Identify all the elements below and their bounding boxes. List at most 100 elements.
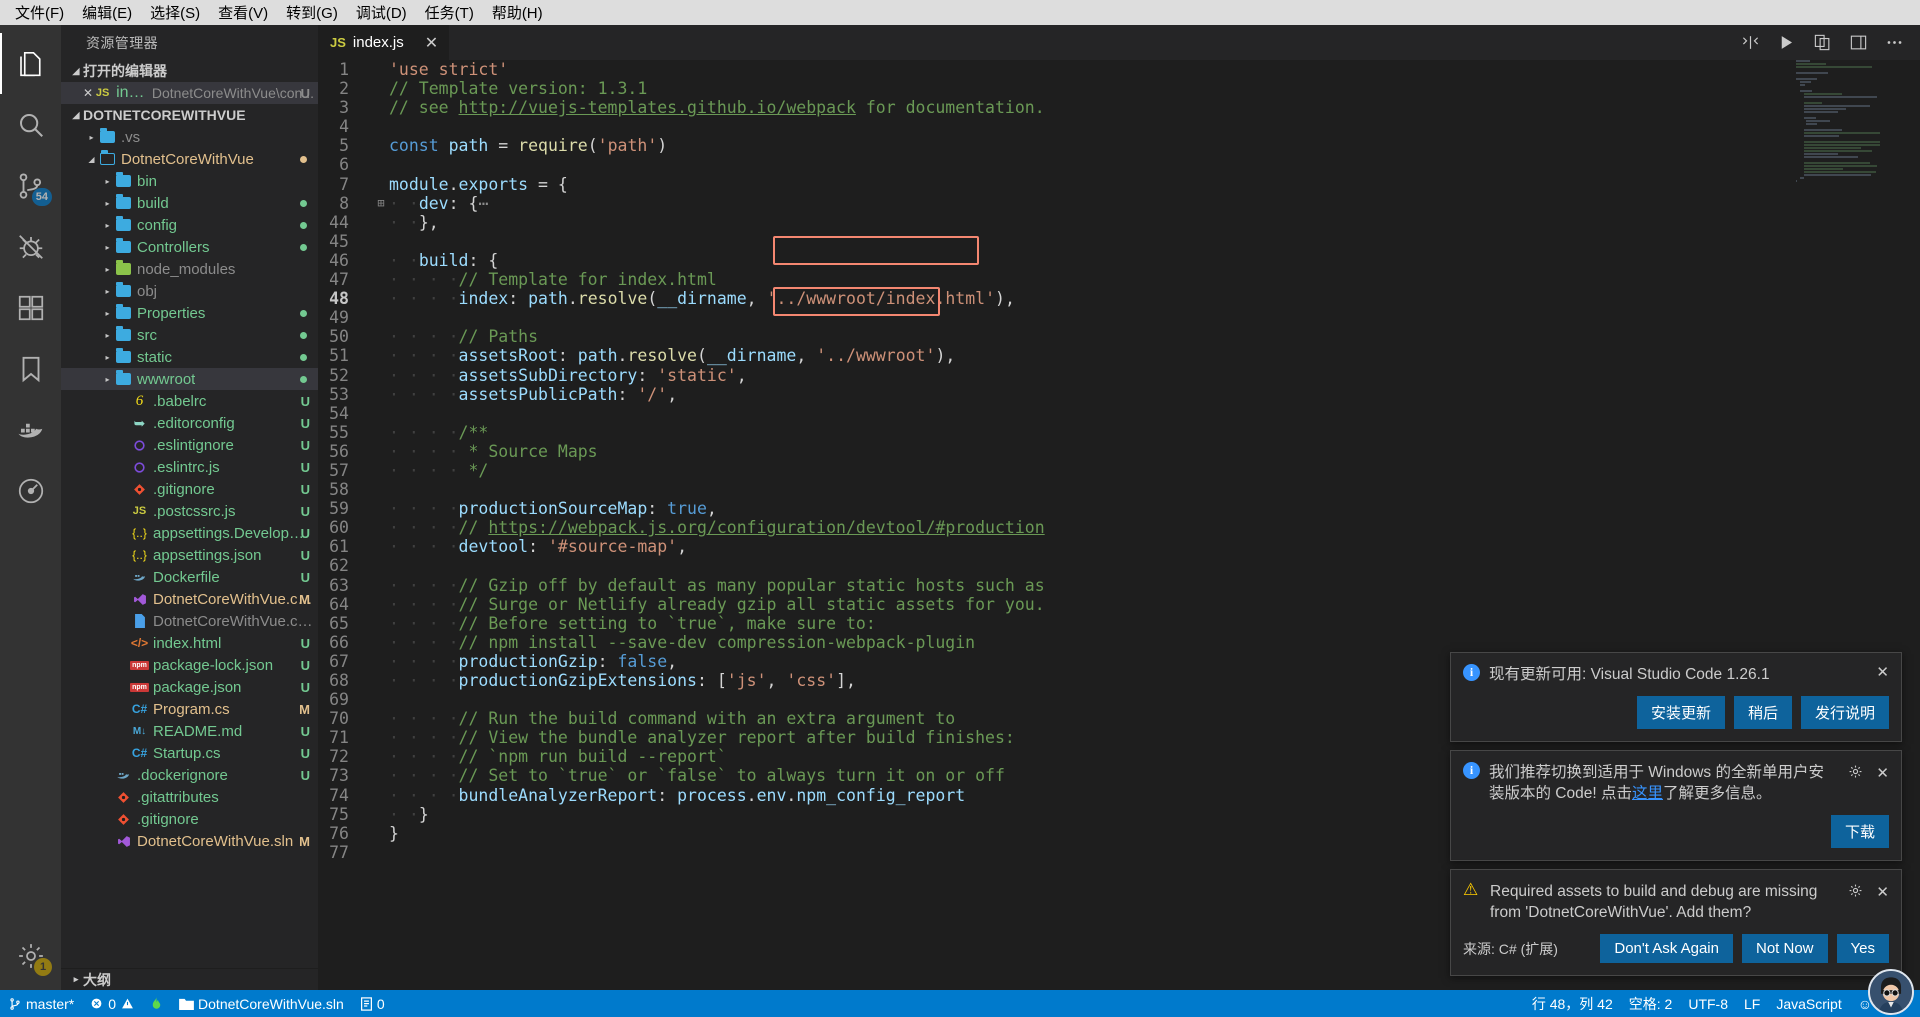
tree-item-index-html[interactable]: </> index.html U	[61, 632, 318, 654]
menu-item-2[interactable]: 选择(S)	[141, 0, 209, 25]
tab-index-js[interactable]: JS index.js ✕	[318, 25, 451, 60]
menu-item-0[interactable]: 文件(F)	[6, 0, 73, 25]
more-actions-icon[interactable]	[1885, 33, 1904, 52]
tree-item-program-cs[interactable]: C# Program.cs M	[61, 698, 318, 720]
tree-item--babelrc[interactable]: 6 .babelrc U	[61, 390, 318, 412]
chevron-right-icon[interactable]: ▸	[101, 331, 114, 340]
tree-item--dockerignore[interactable]: .dockerignore U	[61, 764, 318, 786]
status-eol[interactable]: LF	[1736, 990, 1768, 1017]
notification-button-发行说明[interactable]: 发行说明	[1800, 696, 1889, 729]
tree-item-src[interactable]: ▸ src	[61, 324, 318, 346]
close-icon[interactable]: ✕	[1876, 766, 1889, 781]
gear-icon[interactable]	[1848, 883, 1863, 903]
chevron-right-icon[interactable]: ▸	[101, 353, 114, 362]
notification-button-not-now[interactable]: Not Now	[1741, 934, 1828, 963]
close-icon[interactable]: ✕	[1876, 885, 1889, 900]
tree-item-package-lock-json[interactable]: npm package-lock.json U	[61, 654, 318, 676]
activity-source-control[interactable]: 54	[0, 155, 61, 216]
activity-explorer[interactable]	[0, 33, 61, 94]
activity-test[interactable]	[0, 460, 61, 521]
tree-item-controllers[interactable]: ▸ Controllers	[61, 236, 318, 258]
tree-item-readme-md[interactable]: M↓ README.md U	[61, 720, 318, 742]
chevron-right-icon[interactable]: ▸	[101, 243, 114, 252]
activity-bookmarks[interactable]	[0, 338, 61, 399]
status-cursor-position[interactable]: 行 48，列 42	[1524, 990, 1621, 1017]
tree-item-build[interactable]: ▸ build	[61, 192, 318, 214]
close-icon[interactable]: ✕	[1876, 665, 1889, 680]
status-indentation[interactable]: 空格: 2	[1621, 990, 1681, 1017]
status-tasks[interactable]: 0	[352, 990, 393, 1017]
tree-item-appsettings-development-json[interactable]: {..} appsettings.Development.jsonU	[61, 522, 318, 544]
status-encoding[interactable]: UTF-8	[1680, 990, 1736, 1017]
tree-item-package-json[interactable]: npm package.json U	[61, 676, 318, 698]
tree-item-wwwroot[interactable]: ▸ wwwroot	[61, 368, 318, 390]
tree-item-static[interactable]: ▸ static	[61, 346, 318, 368]
open-changes-icon[interactable]	[1813, 33, 1832, 52]
status-language-mode[interactable]: JavaScript	[1768, 990, 1849, 1017]
tree-item--eslintrc-js[interactable]: .eslintrc.js U	[61, 456, 318, 478]
chevron-right-icon[interactable]: ▸	[101, 287, 114, 296]
menu-item-1[interactable]: 编辑(E)	[73, 0, 141, 25]
tree-item-dotnetcorewithvue[interactable]: ◢ DotnetCoreWithVue	[61, 148, 318, 170]
status-live-share[interactable]	[142, 990, 171, 1017]
outline-section[interactable]: ▸ 大纲	[61, 968, 318, 990]
activity-search[interactable]	[0, 94, 61, 155]
tree-item-dotnetcorewithvue-sln[interactable]: DotnetCoreWithVue.sln M	[61, 830, 318, 852]
run-icon[interactable]	[1777, 33, 1796, 52]
tree-item--gitignore[interactable]: .gitignore	[61, 808, 318, 830]
notification-button-稍后[interactable]: 稍后	[1733, 696, 1792, 729]
tree-item--editorconfig[interactable]: ➥ .editorconfig U	[61, 412, 318, 434]
tree-item-dotnetcorewithvue-csproj-user[interactable]: DotnetCoreWithVue.csproj.user	[61, 610, 318, 632]
chevron-right-icon[interactable]: ▸	[85, 133, 98, 142]
tree-item-dockerfile[interactable]: Dockerfile U	[61, 566, 318, 588]
menu-item-6[interactable]: 任务(T)	[416, 0, 483, 25]
tree-item-appsettings-json[interactable]: {..} appsettings.json U	[61, 544, 318, 566]
gear-icon[interactable]	[1848, 764, 1863, 784]
tree-item-bin[interactable]: ▸ bin	[61, 170, 318, 192]
tree-item-properties[interactable]: ▸ Properties	[61, 302, 318, 324]
tree-item-obj[interactable]: ▸ obj	[61, 280, 318, 302]
menu-item-7[interactable]: 帮助(H)	[483, 0, 552, 25]
notification-button-安装更新[interactable]: 安装更新	[1636, 696, 1725, 729]
editor-vertical-scrollbar[interactable]	[1906, 60, 1920, 990]
chevron-right-icon[interactable]: ▸	[101, 375, 114, 384]
split-editor-icon[interactable]	[1741, 33, 1760, 52]
activity-debug[interactable]	[0, 216, 61, 277]
chevron-right-icon[interactable]: ▸	[101, 265, 114, 274]
chevron-right-icon[interactable]: ▸	[101, 309, 114, 318]
project-header[interactable]: ◢ DOTNETCOREWITHVUE	[61, 104, 318, 126]
menu-item-4[interactable]: 转到(G)	[277, 0, 347, 25]
notification-button-下载[interactable]: 下载	[1830, 815, 1889, 848]
open-editor-item[interactable]: ✕JS index.js DotnetCoreWithVue\con...U	[61, 82, 318, 104]
fold-indicator[interactable]: ⊞	[373, 194, 389, 213]
chevron-down-icon[interactable]: ◢	[85, 155, 98, 164]
status-problems[interactable]: 0	[82, 990, 142, 1017]
chevron-right-icon[interactable]: ▸	[101, 199, 114, 208]
learn-more-link[interactable]: 这里	[1632, 785, 1663, 802]
status-solution[interactable]: DotnetCoreWithVue.sln	[171, 990, 352, 1017]
avatar[interactable]	[1868, 969, 1914, 1015]
activity-docker[interactable]	[0, 399, 61, 460]
chevron-right-icon[interactable]: ▸	[101, 177, 114, 186]
notification-button-yes[interactable]: Yes	[1836, 934, 1889, 963]
tab-close-icon[interactable]: ✕	[425, 33, 438, 53]
menu-item-3[interactable]: 查看(V)	[209, 0, 277, 25]
menu-item-5[interactable]: 调试(D)	[347, 0, 416, 25]
tree-item--gitignore[interactable]: .gitignore U	[61, 478, 318, 500]
layout-icon[interactable]	[1849, 33, 1868, 52]
status-branch[interactable]: master*	[0, 990, 82, 1017]
activity-settings[interactable]: 1	[0, 925, 61, 986]
tree-item--gitattributes[interactable]: .gitattributes	[61, 786, 318, 808]
chevron-right-icon[interactable]: ▸	[101, 221, 114, 230]
tree-item--vs[interactable]: ▸ .vs	[61, 126, 318, 148]
tree-item-dotnetcorewithvue-csproj[interactable]: DotnetCoreWithVue.csproj M	[61, 588, 318, 610]
tree-item--eslintignore[interactable]: .eslintignore U	[61, 434, 318, 456]
tree-item-config[interactable]: ▸ config	[61, 214, 318, 236]
tree-item--postcssrc-js[interactable]: JS .postcssrc.js U	[61, 500, 318, 522]
tree-item-node-modules[interactable]: ▸ node_modules	[61, 258, 318, 280]
notification-button-don-t-ask-again[interactable]: Don't Ask Again	[1600, 934, 1733, 963]
close-icon[interactable]: ✕	[83, 86, 93, 100]
tree-item-startup-cs[interactable]: C# Startup.cs U	[61, 742, 318, 764]
activity-extensions[interactable]	[0, 277, 61, 338]
open-editors-header[interactable]: ◢ 打开的编辑器	[61, 60, 318, 82]
